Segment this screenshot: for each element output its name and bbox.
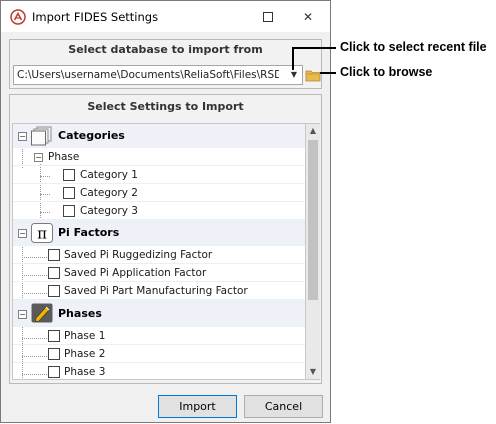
- database-path-value: C:\Users\username\Documents\ReliaSoft\Fi…: [17, 69, 279, 81]
- database-path-combo[interactable]: C:\Users\username\Documents\ReliaSoft\Fi…: [13, 65, 303, 85]
- tree-scrollbar[interactable]: ▲ ▼: [306, 123, 320, 380]
- checkbox[interactable]: [63, 187, 75, 199]
- folder-icon[interactable]: [305, 67, 321, 83]
- cancel-button[interactable]: Cancel: [244, 395, 323, 418]
- item-label: Saved Pi Part Manufacturing Factor: [64, 285, 248, 297]
- checkbox[interactable]: [63, 205, 75, 217]
- subgroup-label: Phase: [48, 151, 80, 163]
- list-item[interactable]: Saved Pi Application Factor: [13, 264, 305, 282]
- checkbox[interactable]: [48, 366, 60, 378]
- callout-browse-line: [320, 72, 336, 74]
- item-label: Phase 1: [64, 330, 106, 342]
- settings-heading: Select Settings to Import: [87, 100, 244, 113]
- list-item[interactable]: Category 2: [13, 184, 305, 202]
- checkbox[interactable]: [48, 267, 60, 279]
- window-title: Import FIDES Settings: [32, 10, 159, 24]
- callout-browse: Click to browse: [340, 65, 433, 79]
- import-button[interactable]: Import: [158, 395, 237, 418]
- settings-section: Select Settings to Import − Categories −…: [9, 94, 322, 384]
- scroll-up-icon[interactable]: ▲: [306, 124, 320, 138]
- scrollbar-thumb[interactable]: [308, 140, 318, 300]
- svg-text:π: π: [37, 225, 47, 243]
- item-label: Saved Pi Ruggedizing Factor: [64, 249, 213, 261]
- group-label: Phases: [58, 307, 102, 320]
- pi-icon: π: [31, 223, 53, 243]
- group-label: Pi Factors: [58, 226, 120, 239]
- list-item[interactable]: Phase 3: [13, 363, 305, 379]
- tree-group-categories[interactable]: − Categories: [13, 124, 305, 148]
- item-label: Category 3: [80, 205, 138, 217]
- settings-tree: − Categories − Phase Category 1 Category…: [12, 123, 306, 380]
- checkbox[interactable]: [48, 330, 60, 342]
- callout-recent-file: Click to select recent file: [340, 40, 487, 54]
- scroll-down-icon[interactable]: ▼: [306, 365, 320, 379]
- database-section: Select database to import from C:\Users\…: [9, 39, 322, 89]
- list-item[interactable]: Category 3: [13, 202, 305, 220]
- checkbox[interactable]: [63, 169, 75, 181]
- tree-group-phases[interactable]: − Phases: [13, 300, 305, 327]
- close-button[interactable]: ✕: [291, 5, 325, 29]
- categories-icon: [31, 126, 52, 146]
- checkbox[interactable]: [48, 285, 60, 297]
- list-item[interactable]: Phase 1: [13, 327, 305, 345]
- import-fides-settings-dialog: Import FIDES Settings ✕ Select database …: [0, 0, 331, 423]
- checkbox[interactable]: [48, 249, 60, 261]
- item-label: Saved Pi Application Factor: [64, 267, 207, 279]
- item-label: Phase 2: [64, 348, 106, 360]
- pencil-icon: [31, 303, 53, 323]
- callout-recent-file-leader: [292, 48, 294, 70]
- database-heading: Select database to import from: [68, 43, 263, 56]
- tree-subgroup-phase[interactable]: − Phase: [13, 148, 305, 166]
- collapse-toggle[interactable]: −: [18, 132, 27, 141]
- close-icon: ✕: [302, 10, 314, 24]
- reliasoft-logo-icon: [10, 9, 26, 25]
- list-item[interactable]: Category 1: [13, 166, 305, 184]
- item-label: Category 2: [80, 187, 138, 199]
- collapse-toggle[interactable]: −: [18, 310, 27, 319]
- list-item[interactable]: Phase 2: [13, 345, 305, 363]
- maximize-icon: [263, 12, 273, 22]
- tree-group-pi-factors[interactable]: − π Pi Factors: [13, 220, 305, 246]
- item-label: Phase 3: [64, 366, 106, 378]
- collapse-toggle[interactable]: −: [34, 153, 43, 162]
- group-label: Categories: [58, 129, 125, 142]
- chevron-down-icon[interactable]: ▼: [288, 69, 300, 81]
- list-item[interactable]: Saved Pi Ruggedizing Factor: [13, 246, 305, 264]
- checkbox[interactable]: [48, 348, 60, 360]
- list-item[interactable]: Saved Pi Part Manufacturing Factor: [13, 282, 305, 300]
- title-bar: Import FIDES Settings ✕: [1, 1, 330, 32]
- maximize-button[interactable]: [251, 5, 285, 29]
- collapse-toggle[interactable]: −: [18, 229, 27, 238]
- callout-recent-file-line: [292, 47, 336, 49]
- item-label: Category 1: [80, 169, 138, 181]
